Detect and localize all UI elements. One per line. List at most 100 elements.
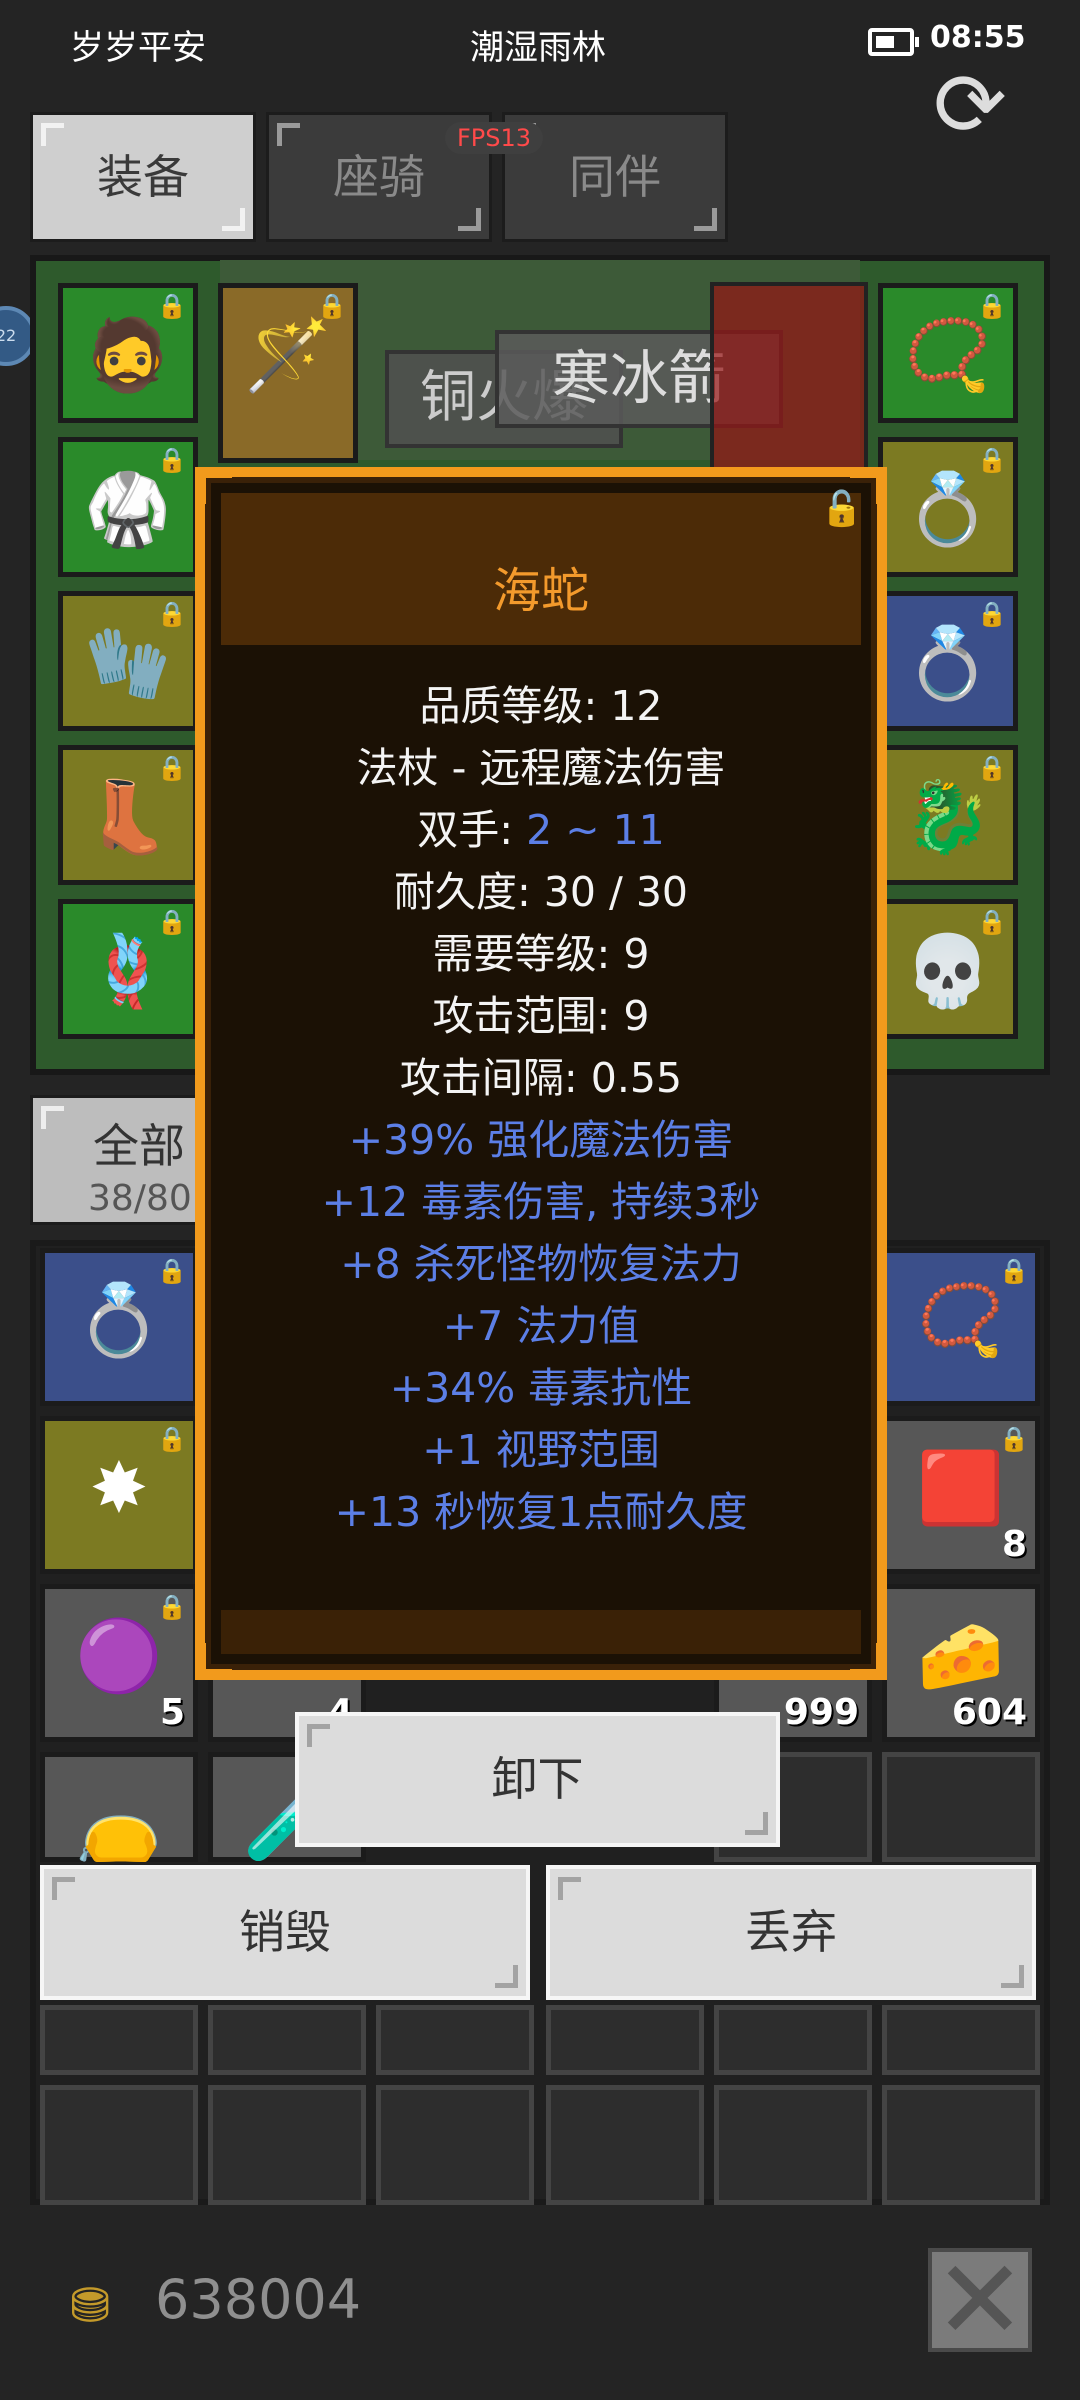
destroy-button[interactable]: 销毁 (40, 1865, 530, 2000)
spiked-shield-icon: ✸ (89, 1447, 149, 1529)
boots-slot[interactable]: 🔒 👢 (58, 745, 198, 885)
gloves-slot[interactable]: 🔒 🧤 (58, 591, 198, 731)
item-quantity: 999 (783, 1692, 859, 1733)
gold-coins-icon: ⛃ (70, 2278, 111, 2334)
inventory-slot[interactable]: 🧀 604 (882, 1584, 1040, 1742)
inventory-slot[interactable] (40, 2005, 198, 2075)
inventory-slot[interactable] (714, 2085, 872, 2205)
skull-pet-icon: 💀 (904, 930, 992, 1012)
affix-line: +8 杀死怪物恢复法力 (340, 1240, 742, 1288)
inventory-slot[interactable]: 🔒 💍 (40, 1248, 198, 1406)
affix-line: +1 视野范围 (422, 1426, 660, 1474)
zone-name: 潮湿雨林 (470, 28, 606, 68)
tab-label: 装备 (97, 150, 189, 204)
corner-ornament (201, 1643, 232, 1674)
tab-label: 同伴 (569, 150, 661, 204)
gold-amount: 638004 (155, 2268, 362, 2331)
inventory-slot[interactable] (208, 2005, 366, 2075)
inventory-slot[interactable] (882, 1752, 1040, 1862)
affix-line: +12 毒素伤害, 持续3秒 (321, 1178, 761, 1226)
amulet-slot[interactable]: 🔒 📿 (878, 283, 1018, 423)
helmet-slot[interactable]: 🔒 🧔 (58, 283, 198, 423)
inventory-slot[interactable] (882, 2005, 1040, 2075)
inventory-slot[interactable] (546, 2085, 704, 2205)
affix-line: +34% 毒素抗性 (389, 1364, 693, 1412)
ring-slot[interactable]: 🔒 💍 (878, 437, 1018, 577)
attack-range: 攻击范围: 9 (432, 992, 650, 1040)
offhand-slot[interactable] (710, 282, 868, 480)
inventory-slot[interactable] (40, 2085, 198, 2205)
required-level: 需要等级: 9 (432, 930, 650, 978)
inventory-slot[interactable]: 🔒 📿 (882, 1248, 1040, 1406)
affix-line: +39% 强化魔法伤害 (348, 1116, 734, 1164)
weapon-type: 法杖 - 远程魔法伤害 (356, 744, 726, 792)
inventory-slot[interactable] (376, 2005, 534, 2075)
item-tooltip: 🔓 海蛇 品质等级: 12 法杖 - 远程魔法伤害 双手: 2 ~ 11 耐久度… (195, 467, 887, 1680)
amulet-icon: 📿 (904, 314, 992, 396)
pendant-icon: 📿 (917, 1279, 1005, 1361)
ring-slot[interactable]: 🔒 💍 (878, 591, 1018, 731)
pouch-icon: 👝 (75, 1783, 163, 1865)
clock: 08:55 (930, 20, 1026, 55)
inventory-slot[interactable]: 👝 (40, 1752, 198, 1865)
status-bar: 岁岁平安 潮湿雨林 08:55 (0, 0, 1080, 90)
pet-slot[interactable]: 🔒 🐉 (878, 745, 1018, 885)
item-name: 海蛇 (492, 563, 589, 619)
tooltip-footer (221, 1610, 861, 1654)
close-icon: ✕ (933, 2236, 1027, 2364)
filter-label: 全部 (93, 1119, 185, 1173)
pet-slot[interactable]: 🔒 💀 (878, 899, 1018, 1039)
inventory-slot[interactable] (546, 2005, 704, 2075)
gloves-icon: 🧤 (84, 622, 172, 704)
belt-icon: 🪢 (84, 930, 172, 1012)
staff-icon: 🪄 (244, 314, 332, 396)
belt-slot[interactable]: 🔒 🪢 (58, 899, 198, 1039)
battery-icon (868, 28, 919, 56)
inventory-slot[interactable]: 🔒 🟣 5 (40, 1584, 198, 1742)
ruby-ring-icon: 💍 (75, 1279, 163, 1361)
corner-ornament (201, 473, 232, 504)
armor-icon: 🥋 (84, 468, 172, 550)
boots-icon: 👢 (84, 776, 172, 858)
item-stats: 品质等级: 12 法杖 - 远程魔法伤害 双手: 2 ~ 11 耐久度: 30 … (205, 675, 877, 1543)
dragon-pet-icon: 🐉 (904, 776, 992, 858)
inventory-slot[interactable] (208, 2085, 366, 2205)
refresh-icon[interactable]: ⟳ (930, 61, 1010, 149)
item-quantity: 604 (951, 1692, 1027, 1733)
quality-level: 品质等级: 12 (419, 682, 663, 730)
inventory-filter-tab[interactable]: 全部 38/80 (30, 1095, 200, 1225)
inventory-count: 38/80 (88, 1178, 192, 1219)
tab-equipment[interactable]: 装备 (30, 112, 256, 242)
inventory-slot[interactable] (714, 2005, 872, 2075)
unequip-button[interactable]: 卸下 (295, 1712, 780, 1847)
tab-label: 座骑 (333, 150, 425, 204)
attack-interval: 攻击间隔: 0.55 (399, 1054, 683, 1102)
close-button[interactable]: ✕ (928, 2245, 1032, 2355)
item-quantity: 5 (159, 1692, 185, 1733)
helmet-icon: 🧔 (84, 314, 172, 396)
damage-value: 2 ~ 11 (526, 806, 665, 854)
cheese-icon: 🧀 (917, 1615, 1005, 1697)
durability: 耐久度: 30 / 30 (393, 868, 689, 916)
weapon-slot[interactable]: 🔒 🪄 (218, 283, 358, 463)
fps-badge: FPS13 (445, 122, 544, 154)
affix-line: +7 法力值 (442, 1302, 640, 1350)
inventory-slot[interactable]: 🔒 🟥 8 (882, 1416, 1040, 1574)
ring-icon: 💍 (904, 622, 992, 704)
inventory-slot[interactable]: 🔒 ✸ (40, 1416, 198, 1574)
inventory-slot[interactable] (882, 2085, 1040, 2205)
discard-label: 丢弃 (745, 1905, 837, 1959)
damage-label: 双手: (417, 806, 527, 854)
red-gem-icon: 🟥 (917, 1447, 1005, 1529)
corner-ornament (850, 1643, 881, 1674)
unequip-label: 卸下 (491, 1752, 584, 1806)
ring-icon: 💍 (904, 468, 992, 550)
amethyst-icon: 🟣 (75, 1615, 163, 1697)
inventory-slot[interactable] (376, 2085, 534, 2205)
affix-line: +13 秒恢复1点耐久度 (334, 1488, 748, 1536)
armor-slot[interactable]: 🔒 🥋 (58, 437, 198, 577)
discard-button[interactable]: 丢弃 (546, 1865, 1036, 2000)
lock-icon[interactable]: 🔓 (821, 489, 863, 529)
damage-line: 双手: 2 ~ 11 (205, 799, 877, 861)
destroy-label: 销毁 (239, 1905, 331, 1959)
